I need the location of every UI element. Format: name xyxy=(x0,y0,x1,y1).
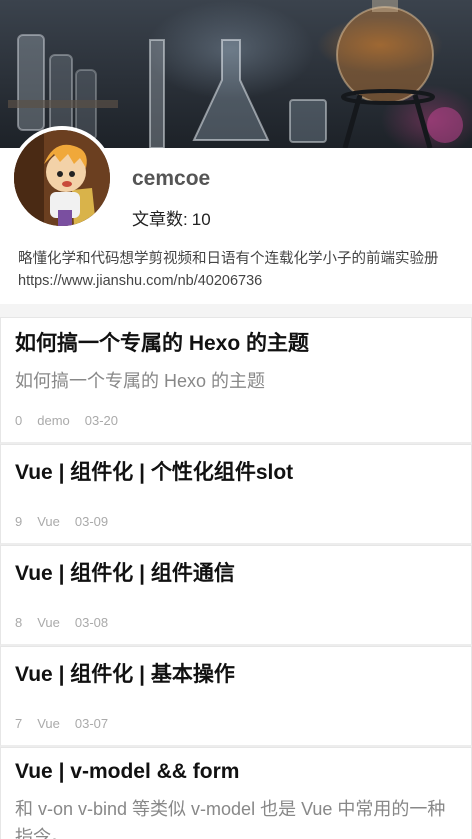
post-card[interactable]: 如何搞一个专属的 Hexo 的主题 如何搞一个专属的 Hexo 的主题 0 dem… xyxy=(0,317,472,444)
post-date: 03-09 xyxy=(74,514,109,529)
username[interactable]: cemcoe xyxy=(132,167,210,191)
post-card[interactable]: Vue | 组件化 | 个性化组件slot 9 Vue 03-09 xyxy=(0,444,472,545)
post-card[interactable]: Vue | v-model && form 和 v-on v-bind 等类似 … xyxy=(0,747,472,839)
post-views: 8 xyxy=(15,615,23,630)
post-date: 03-07 xyxy=(74,716,109,731)
post-title[interactable]: Vue | 组件化 | 个性化组件slot xyxy=(15,459,293,487)
post-date: 03-20 xyxy=(84,413,119,428)
post-date: 03-08 xyxy=(74,615,109,630)
post-category[interactable]: Vue xyxy=(37,615,60,630)
post-count-value: 10 xyxy=(191,210,211,229)
post-meta: 0 demo 03-20 xyxy=(15,413,133,428)
post-excerpt: 如何搞一个专属的 Hexo 的主题 xyxy=(15,371,266,391)
post-card[interactable]: Vue | 组件化 | 组件通信 8 Vue 03-08 xyxy=(0,545,472,646)
post-meta: 9 Vue 03-09 xyxy=(15,514,123,529)
post-views: 0 xyxy=(15,413,23,428)
profile-section: cemcoe 文章数: 10 略懂化学和代码想学剪视频和日语有个连载化学小子的前端… xyxy=(0,126,472,304)
post-meta: 7 Vue 03-07 xyxy=(15,716,123,731)
avatar-image xyxy=(14,130,110,226)
post-category[interactable]: Vue xyxy=(37,716,60,731)
post-title[interactable]: Vue | 组件化 | 基本操作 xyxy=(15,661,235,689)
post-category[interactable]: Vue xyxy=(37,514,60,529)
post-count: 文章数: 10 xyxy=(132,205,211,230)
post-title[interactable]: Vue | 组件化 | 组件通信 xyxy=(15,560,235,588)
post-excerpt: 和 v-on v-bind 等类似 v-model 也是 Vue 中常用的一种指… xyxy=(15,799,446,839)
post-title[interactable]: Vue | v-model && form xyxy=(15,758,239,786)
post-count-label: 文章数: xyxy=(132,210,188,229)
post-list: 如何搞一个专属的 Hexo 的主题 如何搞一个专属的 Hexo 的主题 0 dem… xyxy=(0,317,472,839)
post-meta: 8 Vue 03-08 xyxy=(15,615,123,630)
post-title[interactable]: 如何搞一个专属的 Hexo 的主题 xyxy=(15,330,309,358)
post-views: 7 xyxy=(15,716,23,731)
avatar[interactable] xyxy=(10,126,114,230)
post-category[interactable]: demo xyxy=(37,413,70,428)
bio: 略懂化学和代码想学剪视频和日语有个连载化学小子的前端实验册https://www… xyxy=(18,251,439,289)
post-card[interactable]: Vue | 组件化 | 基本操作 7 Vue 03-07 xyxy=(0,646,472,747)
page: cemcoe 文章数: 10 略懂化学和代码想学剪视频和日语有个连载化学小子的前端… xyxy=(0,0,472,839)
post-views: 9 xyxy=(15,514,23,529)
